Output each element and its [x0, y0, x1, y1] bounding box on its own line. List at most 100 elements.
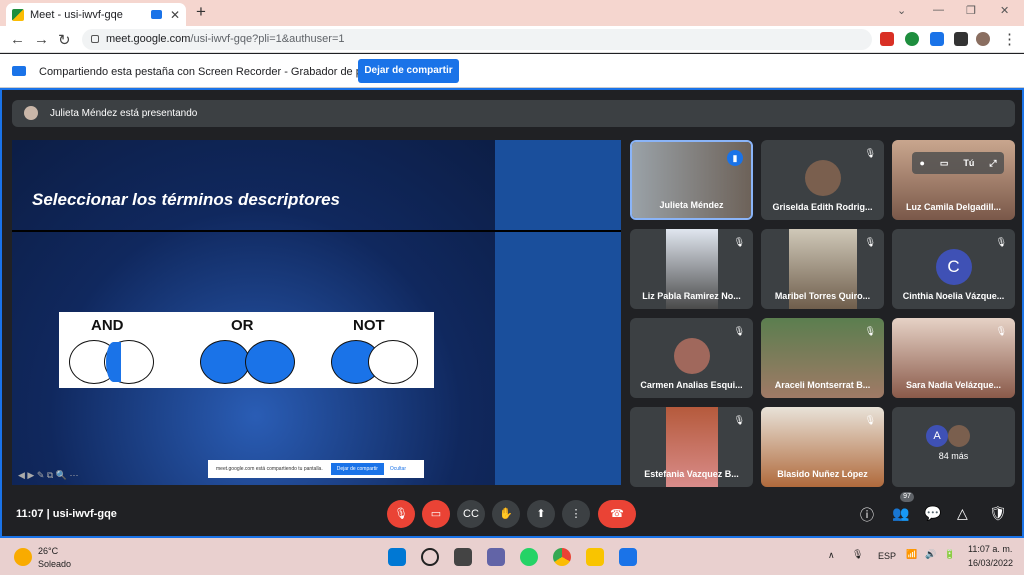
info-icon[interactable]: ⓘ: [860, 505, 874, 525]
participant-name: Sara Nadia Velázque...: [905, 380, 1002, 390]
meet-tab[interactable]: Meet - usi-iwvf-gqe ✕: [6, 3, 186, 26]
participant-tile[interactable]: 🎙 Griselda Edith Rodrig...: [761, 140, 884, 220]
participant-tile[interactable]: 🎙 Sara Nadia Velázque...: [892, 318, 1015, 398]
close-tab-icon[interactable]: ✕: [170, 8, 180, 22]
more-options-button[interactable]: ⋮: [562, 500, 590, 528]
venn-diagram: AND OR NOT: [59, 312, 434, 388]
url-field[interactable]: meet.google.com/usi-iwvf-gqe?pli=1&authu…: [82, 29, 872, 50]
teams-icon[interactable]: [487, 548, 505, 566]
mic-off-icon: 🎙: [864, 237, 876, 247]
menu-icon[interactable]: ⋮: [1002, 30, 1017, 48]
task-view-icon[interactable]: [454, 548, 472, 566]
meet-window: Julieta Méndez está presentando Seleccio…: [0, 88, 1024, 538]
volume-icon[interactable]: 🔊: [925, 549, 936, 560]
network-icon[interactable]: 📶: [906, 549, 917, 560]
new-tab-button[interactable]: +: [196, 2, 206, 22]
chrome-icon[interactable]: [553, 548, 571, 566]
clock-date[interactable]: 16/03/2022: [968, 558, 1013, 568]
tray-chevron-icon[interactable]: ∧: [828, 550, 835, 561]
recording-icon: [150, 10, 162, 19]
participant-tile[interactable]: ▮ Julieta Méndez: [630, 140, 753, 220]
slide-controls[interactable]: ◀ ▶ ✎ ⧉ 🔍 ⋯: [18, 470, 79, 481]
forward-icon[interactable]: →: [34, 31, 49, 48]
participant-name: Cinthia Noelia Vázque...: [902, 291, 1005, 301]
lock-icon: [91, 35, 99, 43]
participant-name: Carmen Analias Esqui...: [640, 380, 743, 390]
maximize-button[interactable]: ❐: [966, 4, 976, 17]
weather-icon[interactable]: [14, 548, 32, 566]
participant-tile[interactable]: 🎙 Araceli Montserrat B...: [761, 318, 884, 398]
more-avatar-initial: A: [926, 425, 948, 447]
venn-not-label: NOT: [353, 317, 385, 334]
mic-off-icon: 🎙: [864, 415, 876, 425]
back-icon[interactable]: ←: [10, 31, 25, 48]
activities-icon[interactable]: △: [957, 505, 968, 522]
stop-sharing-button[interactable]: Dejar de compartir: [358, 59, 459, 83]
venn-circle: [245, 340, 295, 384]
reload-icon[interactable]: ↻: [58, 31, 71, 49]
chat-icon[interactable]: 💬: [924, 505, 941, 522]
captions-button[interactable]: CC: [457, 500, 485, 528]
search-icon[interactable]: [421, 548, 439, 566]
participant-tile[interactable]: 🎙 Liz Pabla Ramirez No...: [630, 229, 753, 309]
participant-tile[interactable]: 🎙 Carmen Analias Esqui...: [630, 318, 753, 398]
end-call-button[interactable]: ☎: [598, 500, 636, 528]
raise-hand-button[interactable]: ✋: [492, 500, 520, 528]
battery-icon[interactable]: 🔋: [944, 549, 955, 560]
present-button[interactable]: ⬆: [527, 500, 555, 528]
screen-recorder-icon[interactable]: [930, 32, 944, 46]
sharing-infobar: Compartiendo esta pestaña con Screen Rec…: [0, 54, 1024, 88]
people-icon[interactable]: 👥: [892, 505, 909, 522]
camera-off-icon[interactable]: ▭: [940, 158, 949, 169]
tab-bar: Meet - usi-iwvf-gqe ✕ + ⌄ — ❐ ✕: [0, 0, 1024, 26]
start-icon[interactable]: [388, 548, 406, 566]
mic-off-icon: 🎙: [733, 326, 745, 336]
weather-desc: Soleado: [38, 559, 72, 569]
venn-intersection: [106, 342, 121, 382]
whatsapp-icon[interactable]: [520, 548, 538, 566]
extension-check-icon[interactable]: [905, 32, 919, 46]
profile-avatar[interactable]: [976, 32, 990, 46]
venn-and-label: AND: [91, 317, 124, 334]
camera-toggle-button[interactable]: ▭: [422, 500, 450, 528]
extensions-puzzle-icon[interactable]: [954, 32, 968, 46]
participant-tile[interactable]: 🎙 Estefania Vazquez B...: [630, 407, 753, 487]
language-indicator[interactable]: ESP: [878, 551, 896, 561]
host-controls-icon[interactable]: 🛡: [989, 505, 1007, 522]
mic-off-icon: 🎙: [733, 415, 745, 425]
participant-name: Araceli Montserrat B...: [774, 380, 871, 390]
participant-name: Liz Pabla Ramirez No...: [642, 291, 741, 301]
expand-icon[interactable]: ⤢: [989, 158, 996, 169]
participant-avatar: [804, 160, 841, 196]
venn-circle: [200, 340, 250, 384]
share-stop-button[interactable]: Dejar de compartir: [330, 463, 384, 475]
participant-initial: C: [935, 249, 972, 285]
screen-recorder-taskbar-icon[interactable]: [619, 548, 637, 566]
taskbar: 26°C Soleado ∧ 🎙 ESP 📶 🔊 🔋 11:07 a. m. 1…: [0, 538, 1024, 575]
clock-time[interactable]: 11:07 a. m.: [968, 544, 1012, 554]
mic-off-icon[interactable]: ●: [919, 158, 924, 168]
participant-tile[interactable]: 🎙 Blasido Nuñez López: [761, 407, 884, 487]
tab-title: Meet - usi-iwvf-gqe: [30, 8, 123, 21]
close-window-button[interactable]: ✕: [1000, 4, 1009, 17]
extension-icon[interactable]: [880, 32, 894, 46]
participant-name: Estefania Vazquez B...: [644, 469, 739, 479]
screen-share-icon: [12, 66, 26, 76]
presenting-bar: Julieta Méndez está presentando: [12, 100, 1015, 127]
participant-name: Luz Camila Delgadill...: [905, 202, 1002, 212]
tab-search-icon[interactable]: ⌄: [897, 4, 906, 17]
participant-tile[interactable]: C 🎙 Cinthia Noelia Vázque...: [892, 229, 1015, 309]
participant-tile[interactable]: ● ▭ Tú ⤢ Luz Camila Delgadill...: [892, 140, 1015, 220]
participant-tile[interactable]: 🎙 Maribel Torres Quiro...: [761, 229, 884, 309]
slide-band: [495, 140, 621, 485]
mic-toggle-button[interactable]: 🎙: [387, 500, 415, 528]
mic-tray-icon[interactable]: 🎙: [852, 549, 863, 560]
weather-temp: 26°C: [38, 546, 59, 556]
share-hide-button[interactable]: Ocultar: [390, 466, 406, 472]
mic-off-icon: 🎙: [733, 237, 745, 247]
more-participants-tile[interactable]: A 84 más: [892, 407, 1015, 487]
share-notice-text: meet.google.com está compartiendo tu pan…: [216, 466, 323, 472]
self-tile-controls[interactable]: ● ▭ Tú ⤢: [912, 152, 1004, 174]
minimize-button[interactable]: —: [933, 4, 944, 16]
file-explorer-icon[interactable]: [586, 548, 604, 566]
